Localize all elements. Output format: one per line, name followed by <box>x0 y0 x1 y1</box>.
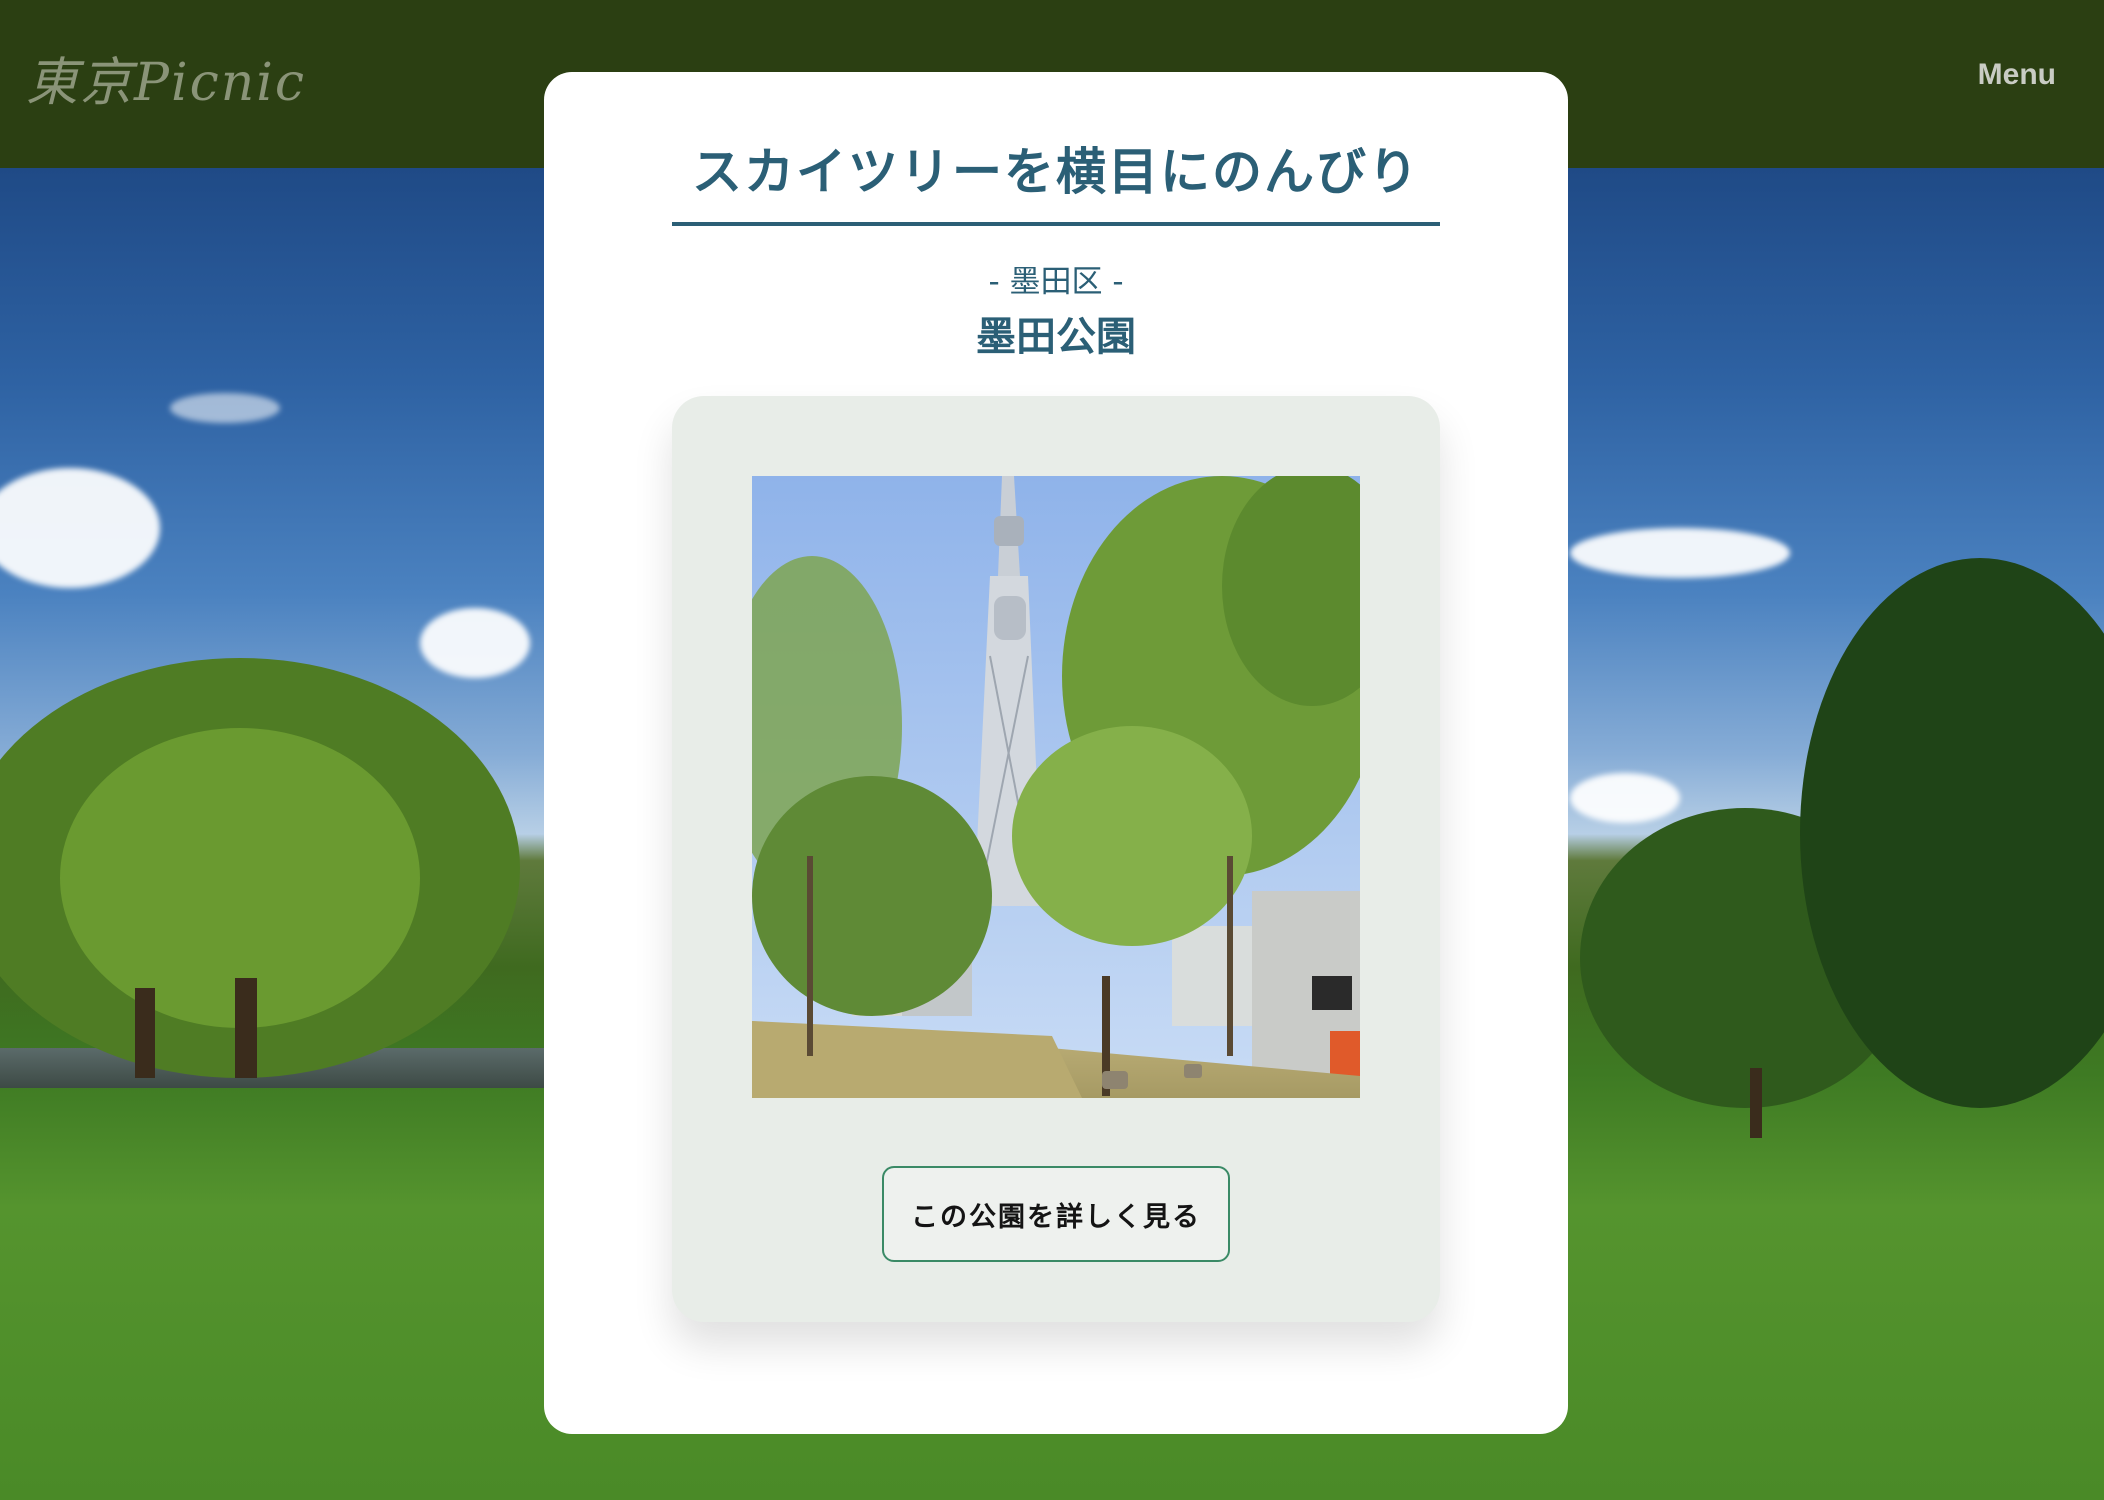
title-divider <box>672 222 1440 226</box>
modal-title: スカイツリーを横目にのんびり <box>692 143 1420 201</box>
menu-button[interactable]: Menu <box>1978 58 2056 92</box>
ward-label: - 墨田区 - <box>988 264 1124 300</box>
view-park-details-button[interactable]: この公園を詳しく見る <box>882 1166 1230 1262</box>
park-modal: スカイツリーを横目にのんびり - 墨田区 - 墨田公園 この公園を詳しく見る <box>544 72 1568 1434</box>
park-card: この公園を詳しく見る <box>672 396 1440 1322</box>
park-name: 墨田公園 <box>976 314 1136 360</box>
site-logo[interactable]: 東京Picnic <box>26 40 306 115</box>
park-photo <box>752 476 1360 1098</box>
